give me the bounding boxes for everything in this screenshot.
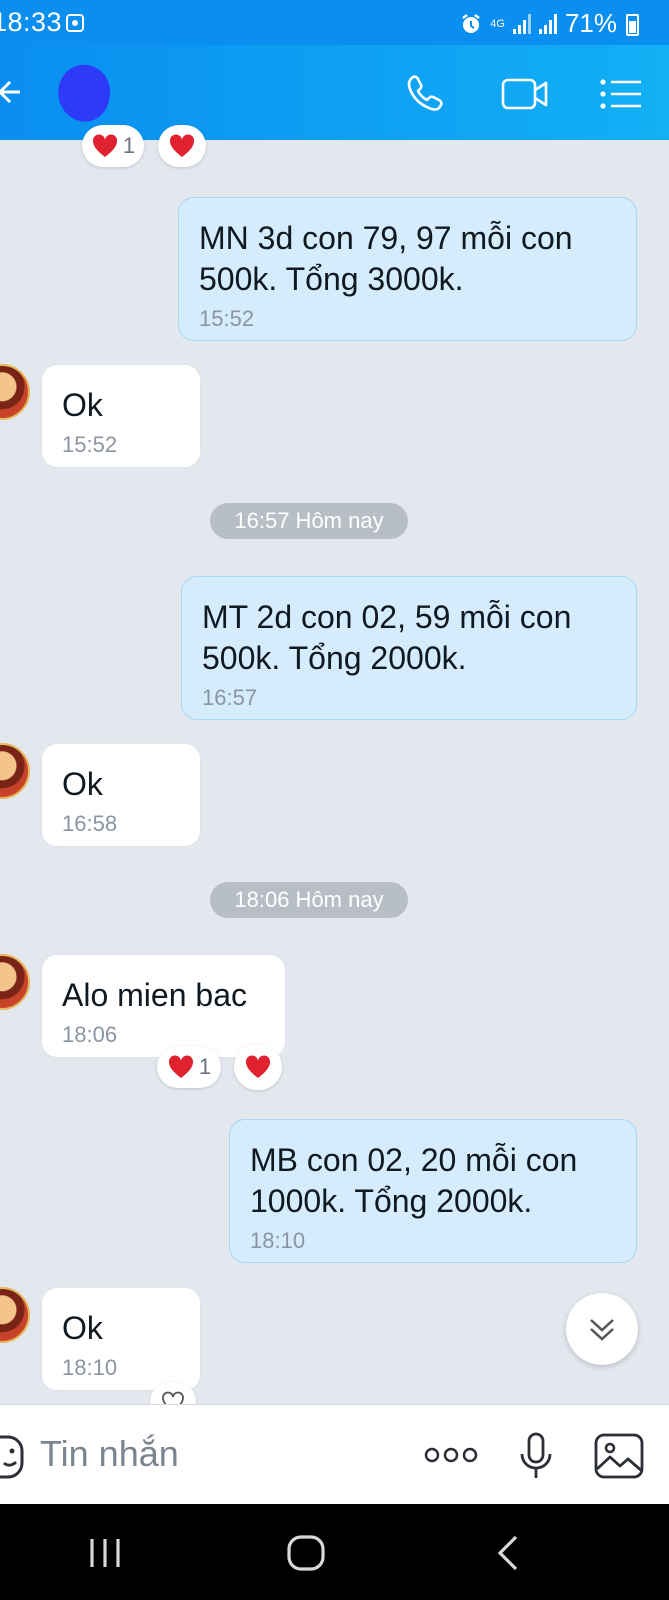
message-composer: Tin nhắn (0, 1404, 669, 1504)
reaction-heart-count[interactable]: 1 (82, 125, 144, 167)
recent-apps-icon[interactable] (88, 1537, 122, 1569)
sender-avatar[interactable] (0, 954, 30, 1010)
message-time: 18:10 (62, 1355, 118, 1380)
heart-icon (245, 1055, 271, 1078)
message-incoming[interactable]: Ok 15:52 (41, 364, 201, 468)
sender-avatar[interactable] (0, 364, 30, 420)
sender-avatar[interactable] (0, 743, 30, 799)
message-text: Ok (62, 1310, 103, 1346)
date-separator: 16:57 Hôm nay (210, 503, 408, 539)
message-text: MB con 02, 20 mỗi con 1000k. Tổng 2000k. (250, 1142, 578, 1219)
heart-icon (169, 134, 195, 157)
react-heart-button[interactable] (234, 1044, 282, 1090)
nav-back-icon[interactable] (496, 1534, 520, 1572)
chevron-double-down-icon (590, 1319, 614, 1341)
phone-icon[interactable] (404, 72, 448, 116)
signal-icon-2 (538, 13, 557, 34)
message-time: 18:06 (62, 1022, 118, 1047)
signal-icon (512, 13, 531, 34)
image-icon[interactable] (594, 1433, 644, 1479)
message-outgoing[interactable]: MT 2d con 02, 59 mỗi con 500k. Tổng 2000… (181, 576, 637, 720)
message-incoming[interactable]: Ok 18:10 (41, 1287, 201, 1391)
heart-icon (92, 134, 117, 157)
message-outgoing[interactable]: MB con 02, 20 mỗi con 1000k. Tổng 2000k.… (229, 1119, 637, 1263)
message-time: 16:57 (202, 685, 258, 710)
message-time: 15:52 (199, 306, 255, 331)
system-nav-bar (0, 1504, 669, 1600)
status-bar: 18:33 4G 71% (0, 0, 669, 45)
status-time: 18:33 (0, 7, 63, 37)
date-separator: 18:06 Hôm nay (210, 882, 408, 918)
message-time: 18:10 (250, 1228, 306, 1253)
message-incoming[interactable]: Ok 16:58 (41, 743, 201, 847)
battery-percent: 71% (564, 8, 617, 38)
menu-list-icon[interactable] (598, 72, 644, 116)
message-text: Ok (62, 766, 103, 802)
react-heart-button[interactable] (158, 125, 206, 167)
message-input[interactable]: Tin nhắn (40, 1433, 179, 1475)
contact-avatar[interactable] (51, 59, 117, 127)
notification-icon (66, 14, 84, 32)
message-text: Ok (62, 387, 103, 423)
alarm-icon (462, 13, 481, 33)
heart-icon (168, 1055, 193, 1078)
message-outgoing[interactable]: MN 3d con 79, 97 mỗi con 500k. Tổng 3000… (178, 197, 637, 341)
status-icons: 4G 71% (460, 8, 617, 39)
scroll-to-bottom-button[interactable] (566, 1293, 638, 1365)
reaction-count: 1 (198, 1054, 212, 1079)
home-icon[interactable] (286, 1534, 326, 1572)
more-dots-icon[interactable] (424, 1447, 478, 1463)
message-text: MT 2d con 02, 59 mỗi con 500k. Tổng 2000… (202, 599, 572, 676)
sticker-icon[interactable] (0, 1435, 24, 1479)
message-time: 15:52 (62, 432, 118, 457)
message-text: MN 3d con 79, 97 mỗi con 500k. Tổng 3000… (199, 220, 573, 297)
message-time: 16:58 (62, 811, 118, 836)
microphone-icon[interactable] (518, 1431, 554, 1481)
message-incoming[interactable]: Alo mien bac 18:06 (41, 954, 286, 1058)
reaction-count: 1 (122, 133, 136, 158)
video-call-icon[interactable] (500, 72, 550, 116)
message-text: Alo mien bac (62, 977, 247, 1013)
reaction-heart-count[interactable]: 1 (157, 1046, 221, 1088)
network-type: 4G (490, 17, 505, 30)
back-arrow-icon[interactable] (0, 75, 22, 109)
sender-avatar[interactable] (0, 1287, 30, 1343)
battery-icon (626, 14, 639, 36)
